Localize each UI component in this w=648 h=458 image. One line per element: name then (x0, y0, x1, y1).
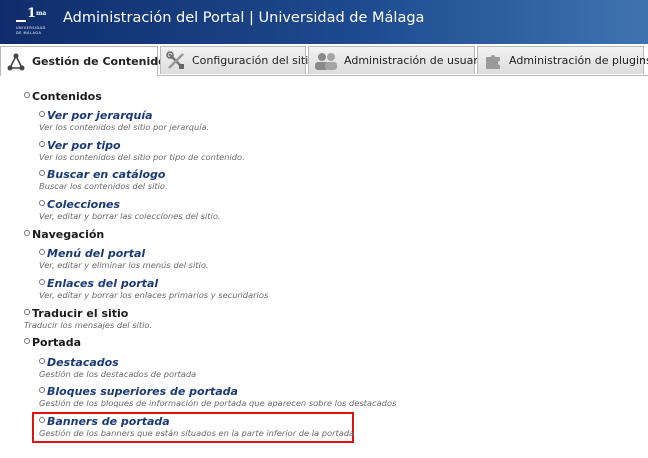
bullet-icon (24, 338, 30, 344)
item-description: Gestión de los bloques de información de… (39, 398, 397, 408)
bullet-icon (39, 141, 45, 147)
tab-gestion-contenido[interactable]: Gestión de Contenido (0, 46, 166, 76)
bullet-icon (39, 111, 45, 117)
tools-icon (166, 50, 186, 71)
link-label[interactable]: Ver por jerarquía (47, 109, 153, 122)
menu-item-banners-de-portada[interactable]: Banners de portada Gestión de los banner… (39, 415, 354, 438)
item-description: Ver, editar y eliminar los menús del sit… (39, 260, 209, 270)
tab-label: Configuración del sitio (192, 54, 316, 67)
link-label[interactable]: Colecciones (47, 198, 120, 211)
item-description: Ver, editar y borrar las colecciones del… (39, 211, 221, 221)
link-label[interactable]: Banners de portada (47, 415, 170, 428)
tab-label: Administración de usuario (344, 54, 488, 67)
logo-line1: UNIVERSIDAD (16, 26, 46, 30)
users-icon (314, 51, 338, 71)
logo-mark: 1ma (27, 6, 47, 21)
tab-label: Administración de plugins (509, 54, 648, 67)
section-navegacion: Navegación (24, 228, 104, 241)
content-area: Contenidos Ver por jerarquía Ver los con… (0, 76, 648, 458)
link-label[interactable]: Menú del portal (47, 247, 145, 260)
bullet-icon (24, 230, 30, 236)
menu-item-menu-del-portal[interactable]: Menú del portal Ver, editar y eliminar l… (39, 247, 209, 270)
menu-item-destacados[interactable]: Destacados Gestión de los destacados de … (39, 356, 196, 379)
tab-configuracion-sitio[interactable]: Configuración del sitio (160, 46, 315, 74)
link-label[interactable]: Ver por tipo (47, 139, 121, 152)
bullet-icon (39, 279, 45, 285)
menu-item-traducir-el-sitio[interactable]: Traducir el sitio Traducir los mensajes … (24, 307, 152, 330)
menu-item-ver-por-jerarquia[interactable]: Ver por jerarquía Ver los contenidos del… (39, 109, 209, 132)
tab-administracion-usuario[interactable]: Administración de usuario (308, 46, 488, 74)
page-title: Administración del Portal | Universidad … (63, 10, 425, 26)
item-description: Ver, editar y borrar los enlaces primari… (39, 290, 269, 300)
link-label[interactable]: Enlaces del portal (47, 277, 158, 290)
logo-bar (16, 20, 26, 22)
link-label[interactable]: Buscar en catálogo (47, 168, 165, 181)
section-portada: Portada (24, 336, 81, 349)
tab-bar: Gestión de Contenido Configuración del s… (0, 44, 648, 76)
menu-item-colecciones[interactable]: Colecciones Ver, editar y borrar las col… (39, 198, 221, 221)
link-label[interactable]: Bloques superiores de portada (47, 385, 238, 398)
bullet-icon (39, 358, 45, 364)
bullet-icon (39, 170, 45, 176)
bullet-icon (24, 92, 30, 98)
link-label[interactable]: Traducir el sitio (32, 307, 128, 320)
item-description: Gestión de los banners que están situado… (39, 428, 355, 438)
network-icon (6, 52, 26, 72)
tab-label: Gestión de Contenido (32, 55, 166, 68)
bullet-icon (39, 417, 45, 423)
puzzle-icon (483, 51, 503, 71)
app-header: 1ma UNIVERSIDAD DE MÁLAGA Administración… (0, 0, 648, 44)
bullet-icon (24, 309, 30, 315)
menu-item-buscar-en-catalogo[interactable]: Buscar en catálogo Buscar los contenidos… (39, 168, 168, 191)
item-description: Ver los contenidos del sitio por jerarqu… (39, 122, 210, 132)
tab-administracion-plugins[interactable]: Administración de plugins (477, 46, 648, 74)
item-description: Buscar los contenidos del sitio. (39, 181, 168, 191)
bullet-icon (39, 387, 45, 393)
item-description: Traducir los mensajes del sitio. (24, 320, 153, 330)
bullet-icon (39, 249, 45, 255)
menu-item-enlaces-del-portal[interactable]: Enlaces del portal Ver, editar y borrar … (39, 277, 268, 300)
university-logo[interactable]: 1ma UNIVERSIDAD DE MÁLAGA (16, 6, 50, 38)
section-contenidos: Contenidos (24, 90, 102, 103)
bullet-icon (39, 200, 45, 206)
menu-item-ver-por-tipo[interactable]: Ver por tipo Ver los contenidos del siti… (39, 139, 245, 162)
link-label[interactable]: Destacados (47, 356, 119, 369)
menu-item-bloques-superiores[interactable]: Bloques superiores de portada Gestión de… (39, 385, 396, 408)
item-description: Ver los contenidos del sitio por tipo de… (39, 152, 245, 162)
item-description: Gestión de los destacados de portada (39, 369, 197, 379)
logo-line2: DE MÁLAGA (16, 31, 42, 35)
